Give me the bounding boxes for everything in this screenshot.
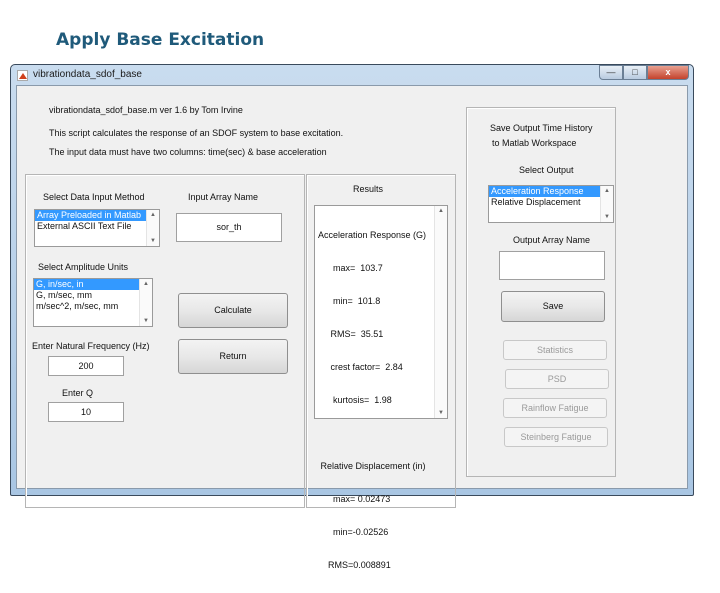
- select-output-label: Select Output: [519, 165, 574, 175]
- maximize-button[interactable]: □: [623, 65, 647, 80]
- version-text: vibrationdata_sdof_base.m ver 1.6 by Tom…: [49, 105, 243, 115]
- input-method-label: Select Data Input Method: [43, 192, 145, 202]
- amplitude-units-option[interactable]: G, in/sec, in: [34, 279, 152, 290]
- rainflow-fatigue-button[interactable]: Rainflow Fatigue: [503, 398, 607, 418]
- results-line: kurtosis= 1.98: [318, 395, 392, 405]
- scroll-up-icon[interactable]: ▲: [143, 281, 149, 287]
- input-array-name-label: Input Array Name: [188, 192, 259, 202]
- scroll-up-icon[interactable]: ▲: [438, 208, 444, 214]
- listbox-scrollbar[interactable]: ▲ ▼: [146, 210, 159, 246]
- results-text: Acceleration Response (G) max= 103.7 min…: [318, 208, 426, 593]
- scroll-up-icon[interactable]: ▲: [150, 212, 156, 218]
- input-method-option[interactable]: External ASCII Text File: [35, 221, 159, 232]
- output-option[interactable]: Acceleration Response: [489, 186, 613, 197]
- calculate-button[interactable]: Calculate: [178, 293, 288, 328]
- results-panel: Results Acceleration Response (G) max= 1…: [306, 174, 456, 570]
- amplitude-units-label: Select Amplitude Units: [38, 262, 129, 272]
- input-panel: Select Data Input Method Array Preloaded…: [25, 174, 305, 508]
- listbox-scrollbar[interactable]: ▲ ▼: [600, 186, 613, 222]
- window-title: vibrationdata_sdof_base: [33, 69, 142, 80]
- q-field[interactable]: 10: [48, 402, 124, 422]
- results-line: Acceleration Response (G): [318, 230, 427, 240]
- input-method-option[interactable]: Array Preloaded in Matlab: [35, 210, 159, 221]
- scroll-down-icon[interactable]: ▼: [438, 410, 444, 416]
- results-listbox[interactable]: Acceleration Response (G) max= 103.7 min…: [314, 205, 448, 570]
- results-line: max= 0.02473: [318, 494, 391, 504]
- save-output-label-2: to Matlab Workspace: [492, 138, 577, 148]
- results-title: Results: [353, 184, 384, 194]
- psd-button[interactable]: PSD: [505, 369, 609, 389]
- results-line: Relative Displacement (in): [318, 461, 426, 471]
- input-array-name-field[interactable]: sor_th: [176, 213, 282, 242]
- title-bar[interactable]: vibrationdata_sdof_base — □ x: [11, 65, 693, 85]
- output-array-name-label: Output Array Name: [513, 235, 591, 245]
- results-line: RMS= 35.51: [318, 329, 384, 339]
- scroll-up-icon[interactable]: ▲: [604, 188, 610, 194]
- output-array-name-field[interactable]: [499, 251, 605, 280]
- results-line: min= 101.8: [318, 296, 381, 306]
- scroll-down-icon[interactable]: ▼: [604, 214, 610, 220]
- steinberg-fatigue-button[interactable]: Steinberg Fatigue: [504, 427, 608, 447]
- save-output-label-1: Save Output Time History: [490, 123, 593, 133]
- scroll-down-icon[interactable]: ▼: [143, 318, 149, 324]
- amplitude-units-option[interactable]: m/sec^2, m/sec, mm: [34, 301, 152, 312]
- results-line: crest factor= 2.84: [318, 362, 403, 372]
- natural-frequency-label: Enter Natural Frequency (Hz): [32, 341, 150, 351]
- return-button[interactable]: Return: [178, 339, 288, 374]
- window-client-area: vibrationdata_sdof_base.m ver 1.6 by Tom…: [16, 85, 688, 570]
- results-scrollbar[interactable]: ▲ ▼: [434, 206, 447, 418]
- description-line-2: The input data must have two columns: ti…: [49, 147, 327, 157]
- results-line: max= 103.7: [318, 263, 383, 273]
- statistics-button[interactable]: Statistics: [503, 340, 607, 360]
- window-controls: — □ x: [599, 65, 689, 81]
- select-output-listbox[interactable]: Acceleration Response Relative Displacem…: [488, 185, 614, 223]
- listbox-scrollbar[interactable]: ▲ ▼: [139, 279, 152, 326]
- q-label: Enter Q: [62, 388, 94, 398]
- app-window: vibrationdata_sdof_base — □ x vibrationd…: [10, 64, 694, 570]
- input-method-listbox[interactable]: Array Preloaded in Matlab External ASCII…: [34, 209, 160, 247]
- output-panel: Save Output Time History to Matlab Works…: [466, 107, 616, 477]
- slide-title: Apply Base Excitation: [56, 30, 265, 50]
- close-button[interactable]: x: [647, 65, 689, 80]
- save-button[interactable]: Save: [501, 291, 605, 322]
- scroll-down-icon[interactable]: ▼: [150, 238, 156, 244]
- amplitude-units-listbox[interactable]: G, in/sec, in G, m/sec, mm m/sec^2, m/se…: [33, 278, 153, 327]
- amplitude-units-option[interactable]: G, m/sec, mm: [34, 290, 152, 301]
- description-line-1: This script calculates the response of a…: [49, 128, 344, 138]
- minimize-button[interactable]: —: [599, 65, 623, 80]
- results-line: [318, 428, 426, 439]
- natural-frequency-field[interactable]: 200: [48, 356, 124, 376]
- results-line: min=-0.02526: [318, 527, 389, 537]
- output-option[interactable]: Relative Displacement: [489, 197, 613, 208]
- results-line: RMS=0.008891: [318, 560, 391, 570]
- matlab-app-icon: [17, 70, 28, 81]
